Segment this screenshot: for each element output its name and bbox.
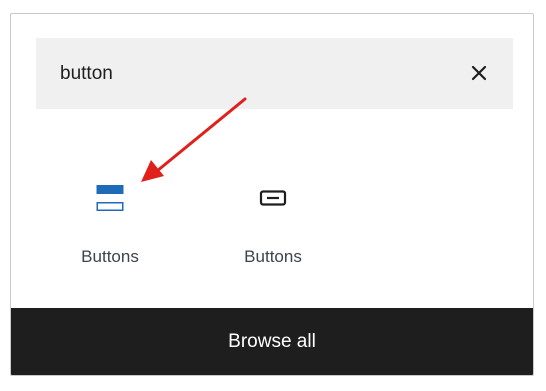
clear-search-button[interactable] [467,61,491,85]
browse-all-label: Browse all [228,330,316,352]
block-item-button[interactable]: Buttons [208,169,338,279]
block-inserter-panel: Buttons Buttons Browse all [10,13,534,376]
search-input[interactable] [36,38,456,109]
block-item-buttons[interactable]: Buttons [45,169,175,279]
search-box [36,38,513,109]
buttons-block-icon [95,183,125,218]
browse-all-button[interactable]: Browse all [11,308,533,375]
block-item-label: Buttons [244,247,302,266]
search-results: Buttons Buttons [11,109,533,309]
close-icon [471,65,487,81]
button-block-icon [258,183,288,218]
block-item-label: Buttons [81,247,139,266]
